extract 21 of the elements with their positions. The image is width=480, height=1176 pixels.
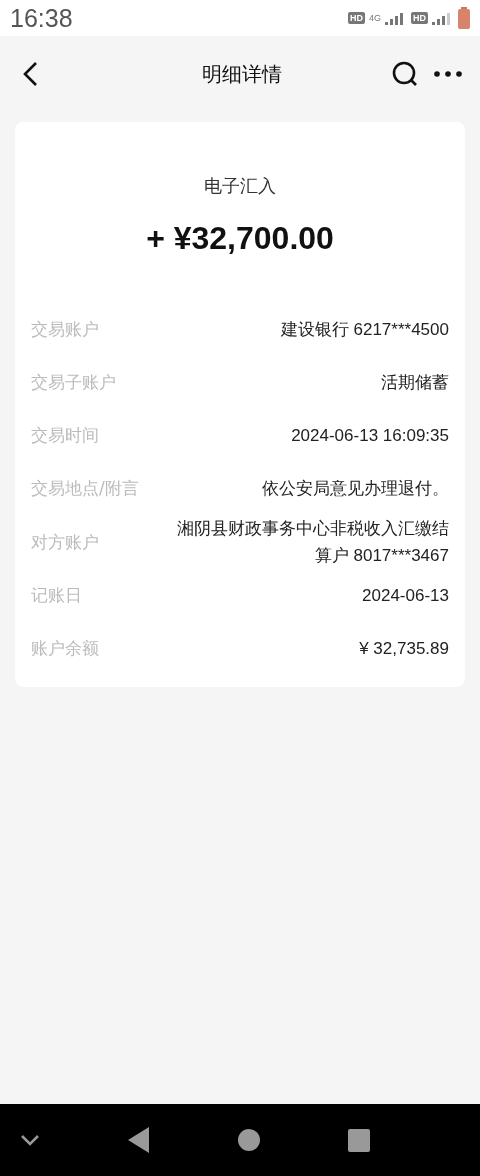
detail-value: 依公安局意见办理退付。 xyxy=(262,477,449,500)
detail-value: 2024-06-13 16:09:35 xyxy=(291,424,449,447)
network-badge: HD xyxy=(348,12,365,24)
detail-label: 交易子账户 xyxy=(31,371,116,394)
transaction-amount: + ¥32,700.00 xyxy=(145,220,335,257)
page-title: 明细详情 xyxy=(202,60,282,88)
detail-label: 交易地点/附言 xyxy=(31,477,139,500)
detail-label: 记账日 xyxy=(31,584,82,608)
detail-label: 交易账户 xyxy=(31,318,99,341)
detail-label: 账户余额 xyxy=(31,637,99,661)
detail-value: 2024-06-13 xyxy=(362,585,449,608)
detail-value: 湘阴县财政事务中心非税收入汇缴结算户 8017***3467 xyxy=(176,518,449,568)
network-type: 4G xyxy=(369,13,381,23)
detail-value: ¥ 32,735.89 xyxy=(359,638,449,661)
status-time: 16:38 xyxy=(10,3,73,33)
detail-label: 对方账户 xyxy=(31,530,99,554)
detail-label: 交易时间 xyxy=(31,424,99,447)
transaction-type: 电子汇入 xyxy=(203,174,277,198)
detail-value: 活期储蓄 xyxy=(381,371,449,394)
detail-value: 建设银行 6217***4500 xyxy=(280,318,449,341)
network-badge: HD xyxy=(411,12,428,24)
